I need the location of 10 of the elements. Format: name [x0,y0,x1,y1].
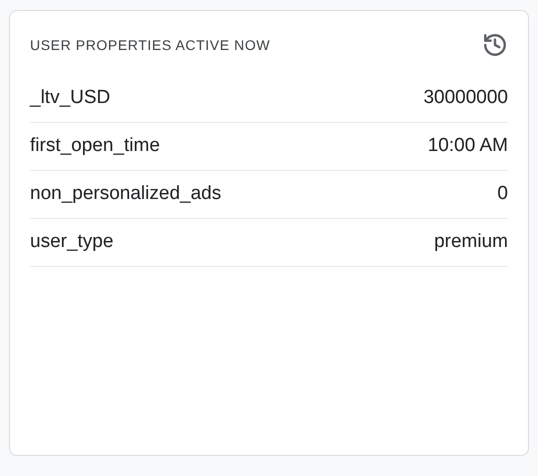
property-name: first_open_time [30,134,160,158]
property-name: non_personalized_ads [30,182,222,206]
history-icon[interactable] [482,32,508,58]
property-value: 0 [497,182,508,206]
property-name: _ltv_USD [30,86,110,110]
card-title: USER PROPERTIES ACTIVE NOW [30,36,270,54]
property-value: 30000000 [423,86,508,110]
property-name: user_type [30,230,114,254]
property-value: premium [434,230,508,254]
property-value: 10:00 AM [428,134,508,158]
